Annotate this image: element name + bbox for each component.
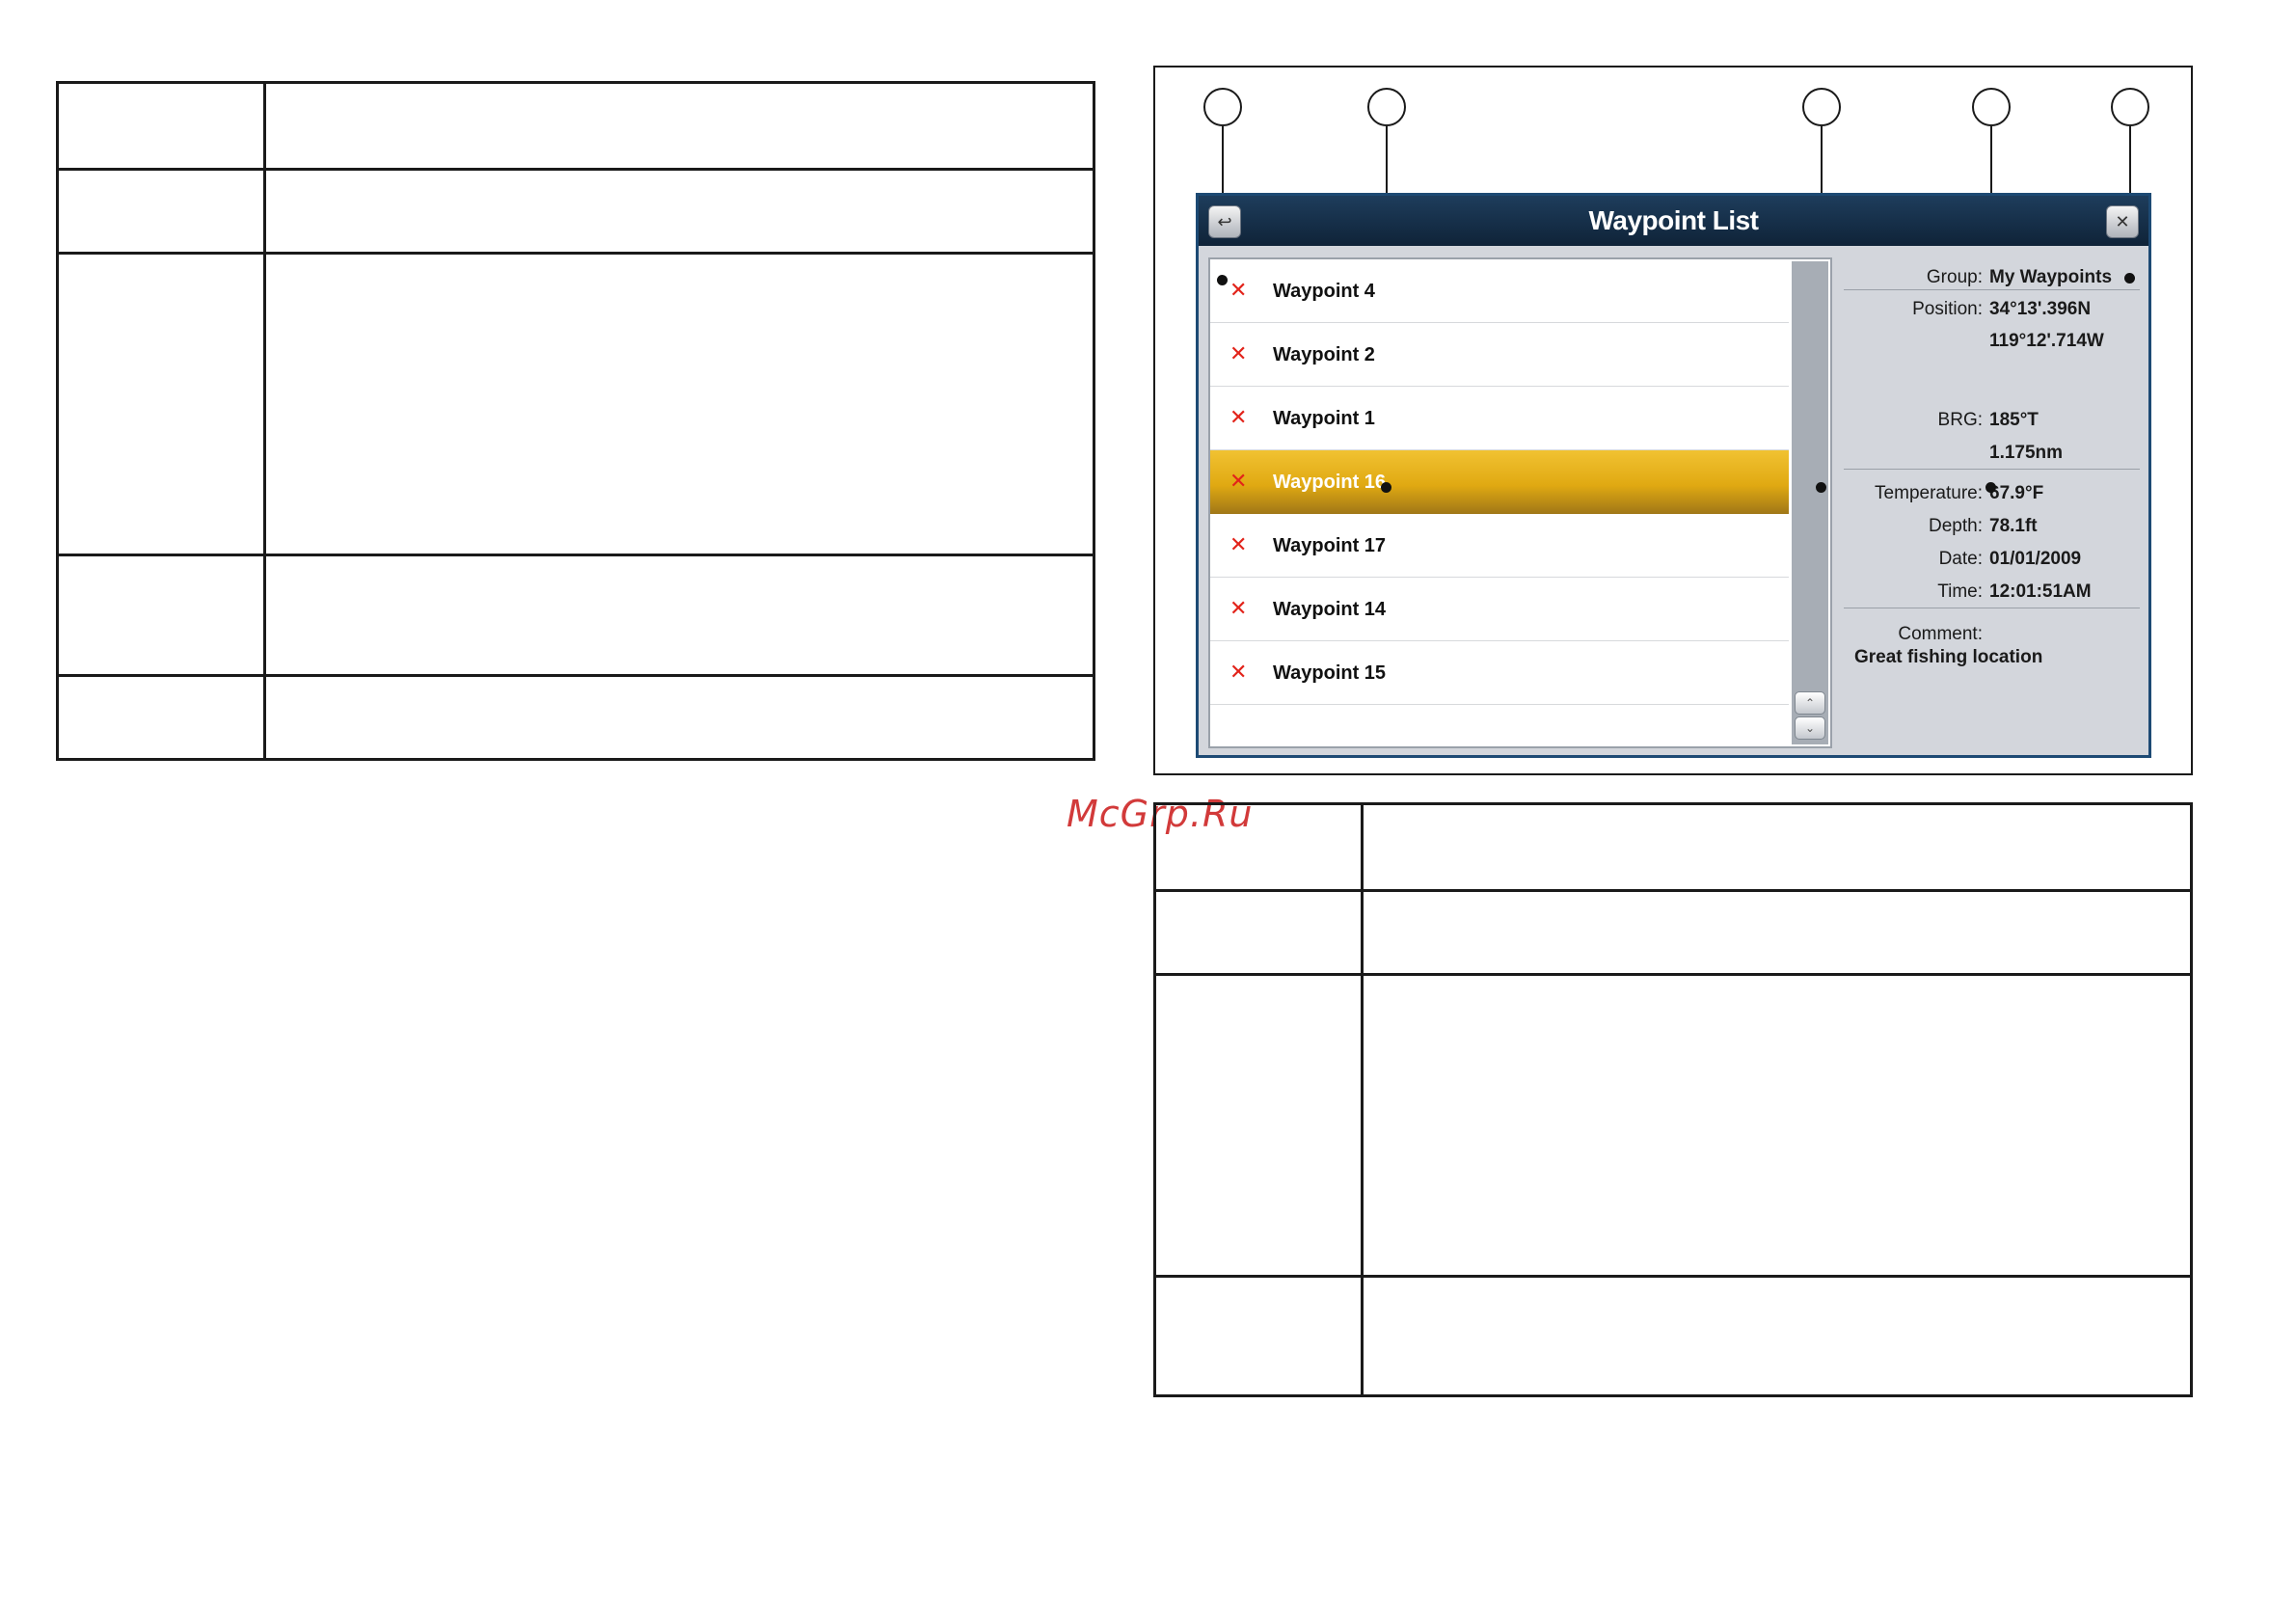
time-label: Time: [1937, 581, 1983, 602]
time-value: 12:01:51AM [1989, 581, 2092, 602]
divider [1844, 289, 2140, 290]
delete-icon[interactable]: ✕ [1229, 578, 1247, 641]
delete-icon[interactable]: ✕ [1229, 259, 1247, 323]
list-item[interactable]: ✕ Waypoint 4 [1210, 259, 1789, 323]
leader-dot [1381, 482, 1391, 493]
delete-icon[interactable]: ✕ [1229, 387, 1247, 450]
delete-icon[interactable]: ✕ [1229, 514, 1247, 578]
waypoint-list: ✕ Waypoint 4 ✕ Waypoint 2 ✕ Waypoint 1 ✕… [1208, 257, 1832, 748]
comment-label: Comment: [1898, 624, 1983, 644]
waypoint-label: Waypoint 15 [1273, 662, 1387, 684]
waypoint-label: Waypoint 14 [1273, 599, 1387, 620]
table-cell [263, 168, 1095, 255]
waypoint-label: Waypoint 17 [1273, 535, 1387, 556]
title-bar: Waypoint List ↩ ✕ [1199, 196, 2148, 246]
temperature-value: 67.9°F [1989, 483, 2044, 503]
table-cell [1153, 1275, 1364, 1397]
leader-dot [1985, 482, 1996, 493]
scrollbar[interactable]: ⌃ ⌄ [1792, 261, 1828, 744]
depth-value: 78.1ft [1989, 516, 2038, 536]
waypoint-label: Waypoint 2 [1273, 344, 1375, 365]
back-arrow-icon[interactable]: ↩ [1208, 205, 1241, 238]
left-table [56, 81, 1095, 761]
date-label: Date: [1938, 549, 1983, 569]
figure-frame: Waypoint List ↩ ✕ ✕ Waypoint 4 ✕ Waypoin… [1153, 66, 2193, 775]
list-item[interactable]: ✕ Waypoint 2 [1210, 323, 1789, 387]
table-cell [56, 554, 266, 677]
date-value: 01/01/2009 [1989, 549, 2082, 569]
device-screen: Waypoint List ↩ ✕ ✕ Waypoint 4 ✕ Waypoin… [1196, 193, 2151, 758]
list-item[interactable]: ✕ Waypoint 14 [1210, 578, 1789, 641]
callout-4 [1972, 88, 2011, 126]
callout-5 [2111, 88, 2149, 126]
distance-value: 1.175nm [1989, 443, 2064, 463]
list-item-selected[interactable]: ✕ Waypoint 16 [1210, 450, 1789, 514]
waypoint-details: Group: My Waypoints Position: 34°13'.396… [1840, 257, 2144, 748]
brg-label: BRG: [1937, 410, 1983, 430]
divider [1844, 469, 2140, 470]
leader-dot [1217, 275, 1228, 285]
position-lon: 119°12'.714W [1989, 331, 2104, 351]
delete-icon[interactable]: ✕ [1229, 323, 1247, 387]
scroll-up-icon[interactable]: ⌃ [1795, 691, 1825, 715]
leader-dot [2124, 273, 2135, 284]
delete-icon[interactable]: ✕ [1229, 450, 1247, 514]
group-value: My Waypoints [1989, 267, 2113, 287]
waypoint-label: Waypoint 1 [1273, 408, 1375, 429]
list-item[interactable]: ✕ Waypoint 15 [1210, 641, 1789, 705]
position-label: Position: [1912, 299, 1983, 319]
comment-value: Great fishing location [1854, 647, 2043, 667]
waypoint-label: Waypoint 4 [1273, 281, 1375, 302]
close-icon[interactable]: ✕ [2106, 205, 2139, 238]
table-cell [1153, 973, 1364, 1278]
table-cell [56, 168, 266, 255]
right-table [1153, 802, 2193, 1397]
delete-icon[interactable]: ✕ [1229, 641, 1247, 705]
callout-1 [1203, 88, 1242, 126]
temperature-label: Temperature: [1875, 483, 1983, 503]
list-item[interactable]: ✕ Waypoint 1 [1210, 387, 1789, 450]
depth-label: Depth: [1929, 516, 1983, 536]
table-cell [263, 252, 1095, 556]
table-cell [1361, 1275, 2193, 1397]
leader-dot [1816, 482, 1826, 493]
table-cell [1153, 802, 1364, 892]
table-cell [1153, 889, 1364, 976]
callout-2 [1367, 88, 1406, 126]
brg-value: 185°T [1989, 410, 2039, 430]
table-cell [1361, 802, 2193, 892]
table-cell [1361, 889, 2193, 976]
table-cell [56, 81, 266, 171]
screen-title: Waypoint List [1588, 205, 1759, 235]
table-cell [1361, 973, 2193, 1278]
group-label: Group: [1926, 267, 1983, 287]
table-cell [263, 81, 1095, 171]
waypoint-label: Waypoint 16 [1273, 472, 1387, 493]
table-cell [263, 674, 1095, 761]
table-cell [56, 674, 266, 761]
scroll-down-icon[interactable]: ⌄ [1795, 716, 1825, 740]
list-item[interactable]: ✕ Waypoint 17 [1210, 514, 1789, 578]
position-lat: 34°13'.396N [1989, 299, 2092, 319]
table-cell [263, 554, 1095, 677]
callout-3 [1802, 88, 1841, 126]
table-cell [56, 252, 266, 556]
